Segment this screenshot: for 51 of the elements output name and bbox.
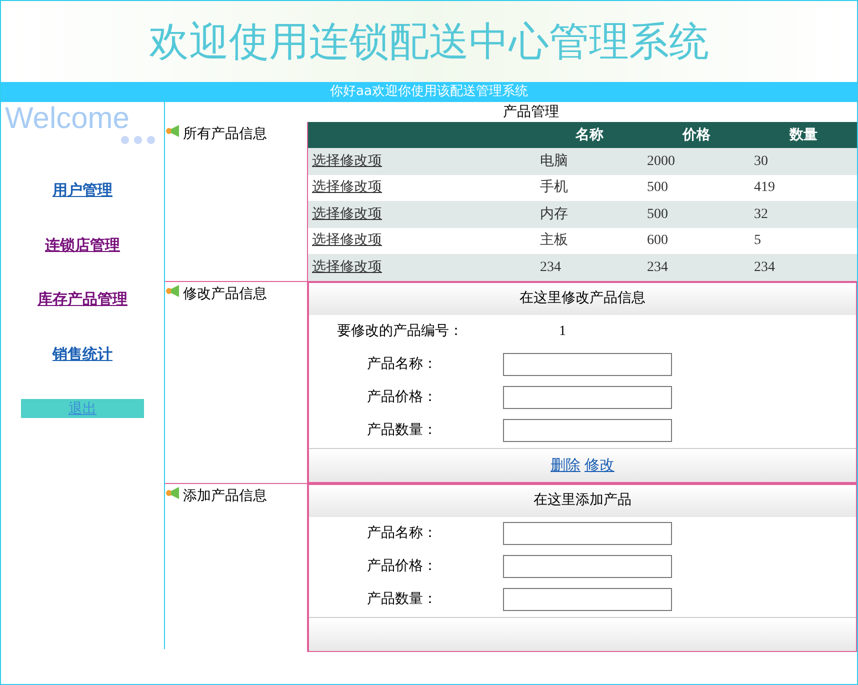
- section-label: 所有产品信息: [183, 125, 267, 144]
- site-title: 欢迎使用连锁配送中心管理系统: [149, 22, 709, 62]
- table-cell: 内存: [540, 206, 568, 222]
- welcome-text: Welcome: [5, 102, 130, 135]
- field-label: 产品数量：: [367, 421, 438, 440]
- input-field[interactable]: [503, 522, 672, 545]
- table-cell: 2000: [647, 154, 675, 169]
- table-cell: 主板: [540, 233, 568, 248]
- field-label: 要修改的产品编号：: [337, 322, 464, 341]
- select-link[interactable]: 选择修改项: [312, 232, 382, 248]
- select-link[interactable]: 选择修改项: [312, 206, 382, 222]
- table-cell: 500: [647, 180, 668, 196]
- field-label: 产品价格：: [367, 557, 438, 576]
- table-cell: 600: [647, 233, 668, 248]
- input-field[interactable]: [503, 353, 672, 376]
- table-cell: 419: [754, 180, 775, 196]
- input-field[interactable]: [503, 386, 672, 409]
- input-field[interactable]: [503, 588, 672, 611]
- table-cell: 234: [647, 260, 668, 275]
- page-title: 产品管理: [502, 102, 560, 122]
- nav-link[interactable]: 销售统计: [52, 342, 112, 365]
- field-label: 产品名称：: [367, 524, 438, 543]
- table-cell: 电脑: [540, 154, 568, 169]
- select-link[interactable]: 选择修改项: [312, 258, 382, 275]
- dots-icon: [120, 135, 156, 145]
- table-cell: 234: [754, 260, 775, 275]
- action-link[interactable]: 删除: [550, 454, 580, 476]
- column-header: 数量: [788, 126, 818, 144]
- product-id: 1: [559, 323, 566, 341]
- table-cell: 500: [647, 206, 668, 222]
- select-link[interactable]: 选择修改项: [312, 152, 382, 169]
- table-cell: 5: [754, 233, 761, 248]
- column-header: 价格: [681, 126, 712, 144]
- table-cell: 30: [754, 154, 768, 169]
- field-label: 产品数量：: [367, 590, 438, 609]
- table-cell: 234: [540, 260, 561, 275]
- table-cell: 32: [754, 206, 768, 222]
- greeting-bar: 你好aa欢迎你使用该配送管理系统: [1, 82, 857, 102]
- nav-link[interactable]: 连锁店管理: [45, 234, 120, 256]
- input-field[interactable]: [503, 555, 672, 578]
- table-cell: 手机: [540, 180, 568, 196]
- input-field[interactable]: [503, 419, 672, 442]
- section-label: 添加产品信息: [183, 486, 267, 506]
- select-link[interactable]: 选择修改项: [312, 179, 382, 196]
- nav-link[interactable]: 库存产品管理: [38, 288, 128, 310]
- field-label: 产品价格：: [367, 388, 438, 407]
- action-link[interactable]: 修改: [584, 454, 614, 476]
- field-label: 产品名称：: [367, 355, 438, 374]
- nav-link[interactable]: 用户管理: [52, 179, 112, 202]
- section-label: 修改产品信息: [183, 284, 267, 304]
- column-header: 名称: [574, 126, 604, 144]
